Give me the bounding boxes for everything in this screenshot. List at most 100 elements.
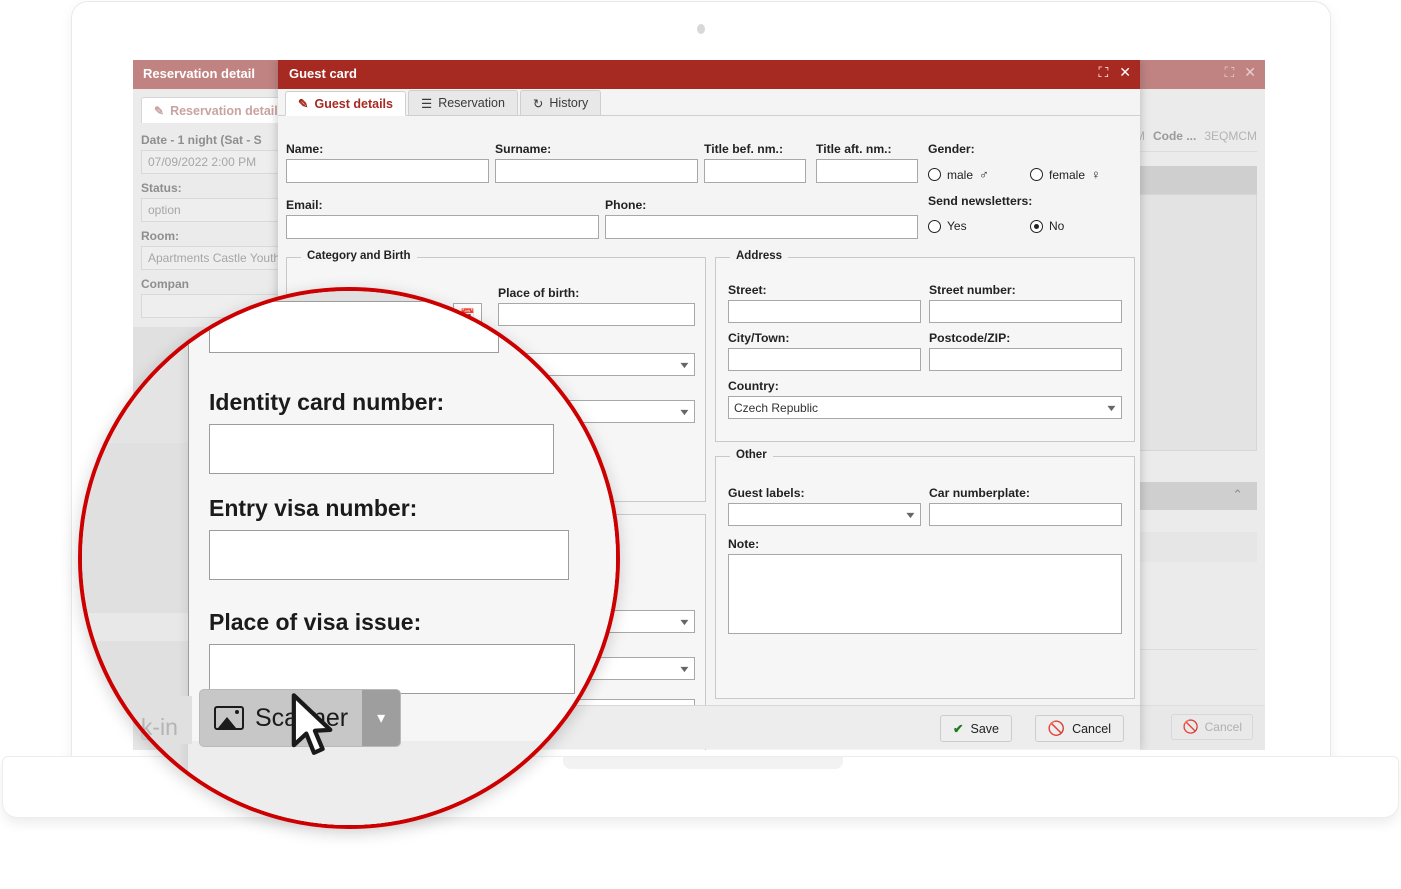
screenshot-root: Reservation detail ⛶ ✕ ✎ Reservation det… bbox=[0, 0, 1401, 889]
city-input[interactable] bbox=[728, 348, 921, 371]
title-before-label: Title bef. nm.: bbox=[704, 142, 783, 156]
entry-visa-number-input[interactable] bbox=[209, 530, 569, 580]
reservation-detail-title: Reservation detail bbox=[143, 66, 255, 81]
magnified-guest-strip bbox=[82, 323, 192, 443]
magnified-lastname-ghost: st nam bbox=[78, 351, 142, 377]
female-symbol-icon: ♀ bbox=[1091, 167, 1101, 182]
chevron-down-icon: ▼ bbox=[1104, 402, 1119, 413]
title-after-input[interactable] bbox=[816, 159, 918, 183]
guest-card-title: Guest card bbox=[289, 66, 357, 81]
history-icon: ↻ bbox=[532, 96, 544, 111]
scanner-button-main[interactable]: Scanner bbox=[200, 690, 362, 746]
car-numberplate-input[interactable] bbox=[929, 503, 1122, 526]
address-group-title: Address bbox=[730, 250, 789, 262]
guest-card-save-label: Save bbox=[970, 721, 1000, 736]
magnified-prev-input[interactable] bbox=[209, 301, 499, 353]
guest-labels-select[interactable]: ▼ bbox=[728, 503, 921, 526]
guest-card-titlebar: Guest card ⛶ ✕ bbox=[278, 60, 1140, 89]
restore-icon[interactable]: ⛶ bbox=[1098, 65, 1108, 79]
street-number-input[interactable] bbox=[929, 300, 1122, 323]
street-label: Street: bbox=[728, 283, 767, 297]
reservation-date-label: Date - 1 night (Sat - S bbox=[141, 133, 262, 147]
guest-card-window-controls: ⛶ ✕ bbox=[1098, 65, 1131, 79]
magnified-row-strip bbox=[82, 613, 192, 641]
phone-input[interactable] bbox=[605, 215, 918, 239]
reservation-cancel-button[interactable]: 🚫 Cancel bbox=[1171, 714, 1253, 740]
note-label: Note: bbox=[728, 537, 760, 551]
car-numberplate-label: Car numberplate: bbox=[929, 486, 1030, 500]
email-input[interactable] bbox=[286, 215, 599, 239]
gender-label: Gender: bbox=[928, 142, 975, 156]
mouse-pointer bbox=[291, 693, 333, 755]
note-textarea[interactable] bbox=[728, 554, 1122, 634]
male-symbol-icon: ♂ bbox=[979, 167, 989, 182]
magnified-company-label: Compan bbox=[124, 289, 164, 300]
radio-dot bbox=[928, 219, 941, 233]
newsletters-no-radio[interactable]: No bbox=[1030, 219, 1064, 233]
reservation-status-label: Status: bbox=[141, 181, 182, 195]
guest-card-tabrow: ✎ Guest details ☰ Reservation ↻ History bbox=[278, 89, 1140, 116]
title-before-input[interactable] bbox=[704, 159, 806, 183]
city-label: City/Town: bbox=[728, 331, 790, 345]
postcode-label: Postcode/ZIP: bbox=[929, 331, 1011, 345]
tab-guest-details[interactable]: ✎ Guest details bbox=[285, 91, 406, 116]
postcode-input[interactable] bbox=[929, 348, 1122, 371]
street-number-label: Street number: bbox=[929, 283, 1016, 297]
place-of-visa-issue-input[interactable] bbox=[209, 644, 575, 694]
surname-label: Surname: bbox=[495, 142, 552, 156]
tab-guest-details-label: Guest details bbox=[314, 96, 393, 111]
camera-dot bbox=[697, 24, 705, 34]
radio-dot bbox=[1030, 168, 1043, 181]
category-and-birth-title: Category and Birth bbox=[301, 250, 417, 262]
magnifier-lens-ring: Compan st nam Identity card number: Entr… bbox=[78, 287, 620, 829]
guest-card-cancel-button[interactable]: 🚫 Cancel bbox=[1034, 715, 1124, 742]
magnifier-content: Compan st nam Identity card number: Entr… bbox=[82, 289, 616, 825]
image-icon bbox=[214, 706, 244, 730]
phone-label: Phone: bbox=[605, 198, 647, 212]
scanner-dropdown-toggle[interactable]: ▾ bbox=[362, 690, 401, 746]
chevron-up-icon[interactable]: ⌃ bbox=[1232, 487, 1243, 503]
newsletters-yes-radio[interactable]: Yes bbox=[928, 219, 967, 233]
close-icon[interactable]: ✕ bbox=[1244, 65, 1256, 79]
tab-reservation-detail[interactable]: ✎ Reservation detail bbox=[141, 97, 291, 123]
reservation-cancel-label: Cancel bbox=[1204, 720, 1242, 734]
gender-female-label: female bbox=[1049, 167, 1086, 182]
ban-icon: 🚫 bbox=[1047, 720, 1066, 736]
list-icon: ☰ bbox=[420, 96, 433, 111]
entry-visa-number-label: Entry visa number: bbox=[209, 495, 418, 521]
tab-reservation-label: Reservation bbox=[438, 96, 505, 110]
country-select[interactable]: Czech Republic ▼ bbox=[728, 396, 1122, 419]
gender-male-radio[interactable]: male ♂ bbox=[928, 167, 989, 182]
chevron-down-icon: ▼ bbox=[903, 509, 918, 520]
tab-reservation[interactable]: ☰ Reservation bbox=[407, 90, 518, 115]
address-group: Address Street: Street number: City/Town… bbox=[715, 250, 1135, 442]
code-label: Code ... bbox=[1152, 129, 1197, 143]
guest-card-save-button[interactable]: ✔ Save bbox=[940, 715, 1012, 742]
newsletters-no-label: No bbox=[1049, 219, 1065, 233]
tab-history-label: History bbox=[549, 96, 589, 110]
guest-labels-label: Guest labels: bbox=[728, 486, 805, 500]
pencil-icon: ✎ bbox=[154, 103, 165, 118]
tab-reservation-detail-label: Reservation detail bbox=[170, 103, 278, 118]
magnified-fastcheckin-text: st check-in bbox=[78, 714, 178, 740]
chevron-down-icon: ▼ bbox=[677, 359, 692, 370]
surname-input[interactable] bbox=[495, 159, 698, 183]
guest-card-cancel-label: Cancel bbox=[1072, 721, 1111, 736]
identity-card-number-label: Identity card number: bbox=[209, 389, 445, 415]
restore-icon[interactable]: ⛶ bbox=[1224, 65, 1234, 79]
street-input[interactable] bbox=[728, 300, 921, 323]
pencil-icon: ✎ bbox=[298, 97, 309, 111]
tab-history[interactable]: ↻ History bbox=[519, 90, 602, 115]
title-after-label: Title aft. nm.: bbox=[816, 142, 892, 156]
identity-card-number-input[interactable] bbox=[209, 424, 554, 474]
name-input[interactable] bbox=[286, 159, 489, 183]
place-of-visa-issue-label: Place of visa issue: bbox=[209, 609, 422, 635]
code-value: 3EQMCM bbox=[1204, 129, 1257, 143]
gender-female-radio[interactable]: female ♀ bbox=[1030, 167, 1101, 182]
chevron-down-icon: ▼ bbox=[677, 406, 692, 417]
reservation-room-label: Room: bbox=[141, 229, 179, 243]
reservation-code-bar: M Code ... 3EQMCM bbox=[1135, 129, 1257, 143]
close-icon[interactable]: ✕ bbox=[1119, 65, 1131, 79]
magnified-footer bbox=[188, 741, 616, 825]
chevron-down-icon: ▼ bbox=[677, 616, 692, 627]
